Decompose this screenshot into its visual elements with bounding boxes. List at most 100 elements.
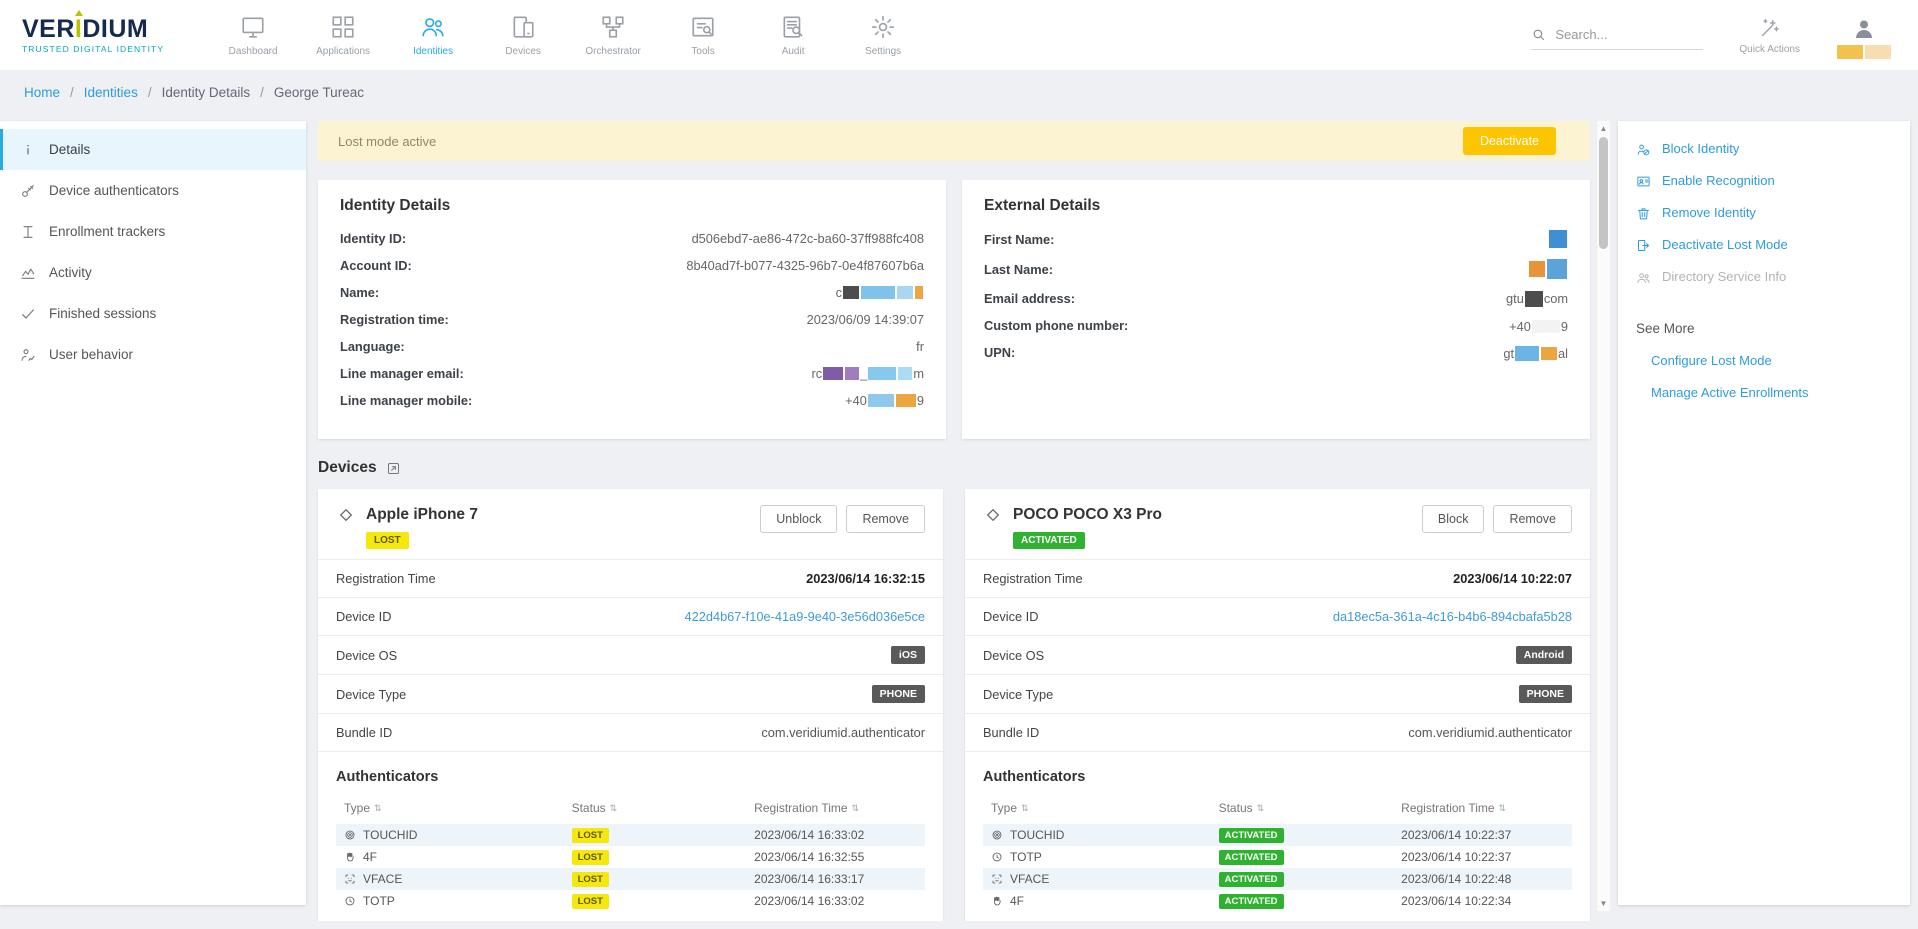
identity-actions-panel: Block Identity Enable Recognition Remove… — [1618, 121, 1910, 905]
search-box[interactable] — [1531, 27, 1703, 50]
device-type-badge: PHONE — [1519, 685, 1572, 703]
activity-chart-icon — [20, 265, 36, 281]
expand-icon[interactable] — [386, 461, 401, 476]
field-language: Language: fr — [340, 338, 924, 354]
field-first-name: First Name: — [984, 230, 1568, 248]
nav-item-audit[interactable]: Audit — [748, 0, 838, 70]
lost-mode-banner-text: Lost mode active — [338, 134, 436, 149]
breadcrumb-identities[interactable]: Identities — [84, 85, 138, 100]
logo-accent-i: I — [75, 15, 82, 43]
nav-label: Devices — [505, 46, 541, 57]
sort-icon[interactable]: ⇅ — [374, 803, 382, 814]
nav-item-dashboard[interactable]: Dashboard — [208, 0, 298, 70]
sort-icon[interactable]: ⇅ — [1257, 803, 1265, 814]
configure-lost-mode-link[interactable]: Configure Lost Mode — [1651, 353, 1892, 368]
redacted-username — [1836, 44, 1892, 62]
block-identity-link[interactable]: Block Identity — [1636, 141, 1892, 157]
breadcrumb-identity-details: Identity Details — [162, 85, 251, 100]
field-last-name: Last Name: — [984, 259, 1568, 279]
tools-icon — [690, 14, 716, 40]
remove-device-button[interactable]: Remove — [846, 505, 925, 533]
authenticator-row-4f: 4F LOST 2023/06/14 16:32:55 — [336, 846, 925, 868]
enable-recognition-link[interactable]: Enable Recognition — [1636, 173, 1892, 189]
people-icon — [1636, 270, 1651, 285]
field-account-id: Account ID: 8b40ad7f-b077-4325-96b7-0e4f… — [340, 257, 924, 273]
device-id-link[interactable]: da18ec5a-361a-4c16-b4b6-894cbafa5b28 — [1333, 609, 1572, 624]
device-os-badge: Android — [1516, 646, 1572, 664]
block-device-button[interactable]: Block — [1422, 505, 1485, 533]
main-scrollbar[interactable]: ▲ ▼ — [1596, 121, 1610, 911]
nav-item-devices[interactable]: Devices — [478, 0, 568, 70]
nav-item-orchestrator[interactable]: Orchestrator — [568, 0, 658, 70]
sidebar-item-user-behavior[interactable]: User behavior — [0, 334, 306, 375]
sort-icon[interactable]: ⇅ — [1021, 803, 1029, 814]
breadcrumb-separator: / — [260, 85, 264, 100]
face-scan-icon — [344, 873, 356, 885]
detail-sidebar: Details Device authenticators Enrollment… — [0, 121, 306, 905]
redacted-last-name — [1528, 259, 1568, 279]
device-field-device-os: Device OS Android — [965, 636, 1590, 675]
sidebar-item-activity[interactable]: Activity — [0, 252, 306, 293]
authenticator-row-vface: VFACE ACTIVATED 2023/06/14 10:22:48 — [983, 868, 1572, 890]
breadcrumb-home[interactable]: Home — [24, 85, 60, 100]
logo-tagline: TRUSTED DIGITAL IDENTITY — [22, 45, 164, 54]
device-card-header: Apple iPhone 7 LOST Unblock Remove — [318, 489, 943, 559]
directory-service-info-link: Directory Service Info — [1636, 269, 1892, 285]
sort-icon[interactable]: ⇅ — [1499, 803, 1507, 814]
nav-item-tools[interactable]: Tools — [658, 0, 748, 70]
fingerprint-icon — [991, 829, 1003, 841]
quick-actions-button[interactable]: Quick Actions — [1739, 17, 1800, 55]
breadcrumb: Home / Identities / Identity Details / G… — [0, 70, 1918, 114]
authenticator-status-badge: ACTIVATED — [1219, 850, 1284, 865]
block-user-icon — [1636, 142, 1651, 157]
check-icon — [20, 306, 36, 322]
sort-icon[interactable]: ⇅ — [610, 803, 618, 814]
deactivate-lost-mode-link[interactable]: Deactivate Lost Mode — [1636, 237, 1892, 253]
details-cards-row: Identity Details Identity ID: d506ebd7-a… — [318, 180, 1590, 439]
device-field-device-id: Device ID da18ec5a-361a-4c16-b4b6-894cba… — [965, 598, 1590, 636]
authenticator-status-badge: LOST — [572, 828, 609, 843]
search-input[interactable] — [1555, 27, 1703, 42]
lost-mode-banner: Lost mode active Deactivate — [318, 121, 1590, 161]
authenticator-row-touchid: TOUCHID LOST 2023/06/14 16:33:02 — [336, 824, 925, 846]
identity-details-title: Identity Details — [340, 197, 924, 215]
redacted-name-value: c — [836, 284, 924, 300]
device-id-link[interactable]: 422d4b67-f10e-41a9-9e40-3e56d036e5ce — [684, 609, 925, 624]
authenticators-total: 4 total — [965, 912, 1590, 921]
nav-item-identities[interactable]: Identities — [388, 0, 478, 70]
sidebar-item-device-authenticators[interactable]: Device authenticators — [0, 170, 306, 211]
remove-identity-link[interactable]: Remove Identity — [1636, 205, 1892, 221]
redacted-first-name — [1548, 230, 1568, 248]
device-status-badge: LOST — [366, 532, 409, 549]
authenticators-title: Authenticators — [318, 752, 943, 796]
identity-details-card: Identity Details Identity ID: d506ebd7-a… — [318, 180, 946, 439]
scrollbar-thumb[interactable] — [1599, 137, 1608, 249]
device-type-badge: PHONE — [872, 685, 925, 703]
sidebar-item-finished-sessions[interactable]: Finished sessions — [0, 293, 306, 334]
authenticators-table: Type⇅ Status⇅ Registration Time⇅ TOUCHID… — [983, 796, 1572, 912]
logout-icon — [1636, 238, 1651, 253]
remove-device-button[interactable]: Remove — [1493, 505, 1572, 533]
scroll-up-arrow-icon[interactable]: ▲ — [1597, 124, 1610, 133]
nav-item-settings[interactable]: Settings — [838, 0, 928, 70]
device-card-header: POCO POCO X3 Pro ACTIVATED Block Remove — [965, 489, 1590, 559]
device-field-device-os: Device OS iOS — [318, 636, 943, 675]
sidebar-item-label: Device authenticators — [49, 183, 179, 198]
deactivate-lost-mode-button[interactable]: Deactivate — [1463, 127, 1556, 155]
nav-item-applications[interactable]: Applications — [298, 0, 388, 70]
nav-label: Tools — [691, 46, 714, 57]
scroll-down-arrow-icon[interactable]: ▼ — [1597, 899, 1610, 908]
veridium-logo: VERIDIUM TRUSTED DIGITAL IDENTITY — [22, 17, 164, 54]
totp-clock-icon — [344, 895, 356, 907]
manage-active-enrollments-link[interactable]: Manage Active Enrollments — [1651, 385, 1892, 400]
redacted-line-manager-email: rc_m — [812, 365, 924, 381]
sort-icon[interactable]: ⇅ — [852, 803, 860, 814]
redacted-custom-phone: +409 — [1509, 318, 1568, 334]
unblock-device-button[interactable]: Unblock — [760, 505, 837, 533]
user-menu[interactable] — [1836, 17, 1892, 62]
sidebar-item-details[interactable]: Details — [0, 129, 306, 170]
sidebar-item-enrollment-trackers[interactable]: Enrollment trackers — [0, 211, 306, 252]
primary-nav: Dashboard Applications Identities Device… — [208, 0, 928, 70]
device-card-apple-iphone-7: Apple iPhone 7 LOST Unblock Remove Regis… — [318, 489, 943, 921]
field-registration-time: Registration time: 2023/06/09 14:39:07 — [340, 311, 924, 327]
